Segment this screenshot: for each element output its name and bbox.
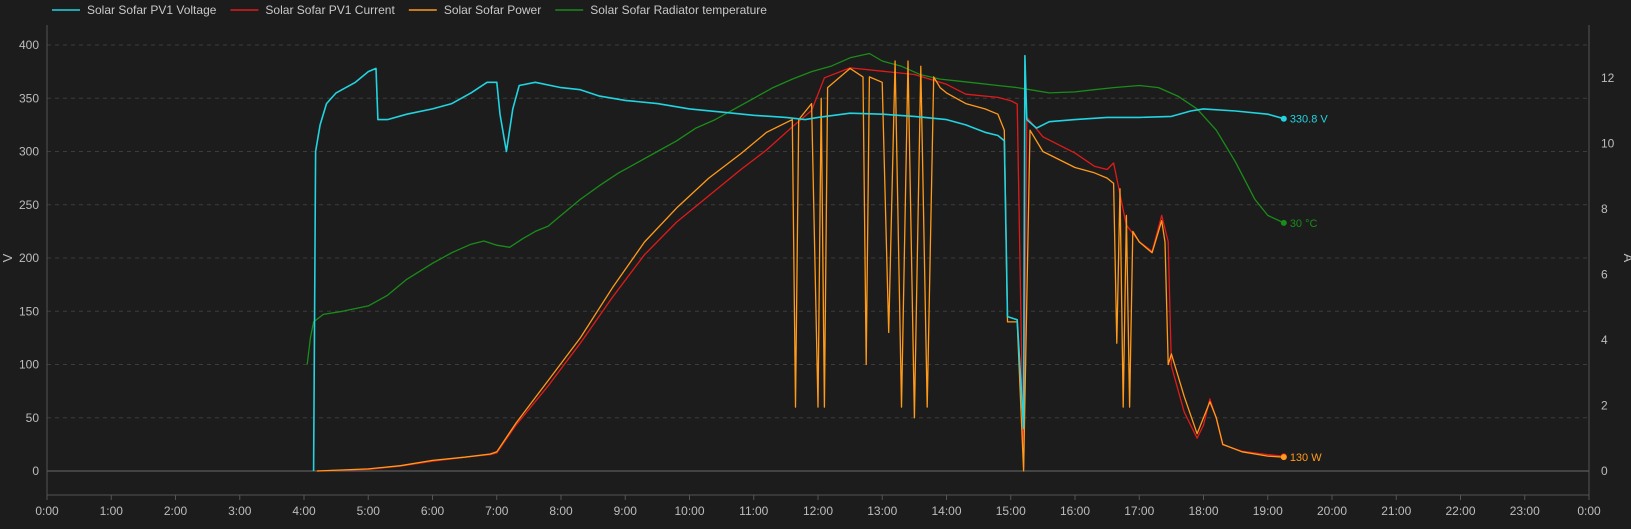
series-line-3[interactable] xyxy=(306,52,1285,365)
y-left-tick-7: 350 xyxy=(19,91,39,105)
x-tick-6: 6:00 xyxy=(421,504,445,518)
series-line-1[interactable] xyxy=(316,67,1284,472)
y-right-tick-1: 2 xyxy=(1601,398,1608,412)
x-tick-5: 5:00 xyxy=(357,504,381,518)
legend: Solar Sofar PV1 Voltage Solar Sofar PV1 C… xyxy=(52,3,767,17)
y-right-tick-4: 8 xyxy=(1601,202,1608,216)
line-chart: Solar Sofar PV1 Voltage Solar Sofar PV1 C… xyxy=(0,3,1631,518)
y-left-tick-5: 250 xyxy=(19,198,39,212)
y-right-tick-5: 10 xyxy=(1601,136,1615,150)
y-left-tick-0: 0 xyxy=(32,464,39,478)
y-right-tick-6: 12 xyxy=(1601,71,1615,85)
x-tick-19: 19:00 xyxy=(1253,504,1283,518)
x-tick-9: 9:00 xyxy=(614,504,638,518)
x-tick-14: 14:00 xyxy=(931,504,961,518)
x-tick-16: 16:00 xyxy=(1060,504,1090,518)
x-tick-2: 2:00 xyxy=(164,504,188,518)
x-tick-4: 4:00 xyxy=(292,504,316,518)
y-right-tick-2: 4 xyxy=(1601,333,1608,347)
x-tick-13: 13:00 xyxy=(867,504,897,518)
series-end-label-0: 330.8 V xyxy=(1290,114,1329,126)
end-labels: 330.8 V 130 W 30 °C xyxy=(1280,114,1329,464)
x-tick-17: 17:00 xyxy=(1124,504,1154,518)
series-group xyxy=(306,52,1285,472)
x-tick-15: 15:00 xyxy=(996,504,1026,518)
series-end-point-0 xyxy=(1280,115,1287,122)
y-right-tick-0: 0 xyxy=(1601,464,1608,478)
series-end-label-2: 130 W xyxy=(1290,452,1322,464)
series-line-0[interactable] xyxy=(312,54,1285,472)
series-line-2[interactable] xyxy=(316,60,1284,472)
y-left-tick-4: 200 xyxy=(19,251,39,265)
y-left-tick-6: 300 xyxy=(19,145,39,159)
legend-label-2[interactable]: Solar Sofar Power xyxy=(444,3,541,17)
series-end-point-3 xyxy=(1280,219,1287,226)
y-left-tick-8: 400 xyxy=(19,38,39,52)
x-tick-23: 23:00 xyxy=(1510,504,1540,518)
x-tick-11: 11:00 xyxy=(739,504,768,518)
x-tick-3: 3:00 xyxy=(228,504,252,518)
x-tick-1: 1:00 xyxy=(100,504,124,518)
x-tick-24: 0:00 xyxy=(1577,504,1601,518)
legend-label-3[interactable]: Solar Sofar Radiator temperature xyxy=(590,3,767,17)
x-tick-8: 8:00 xyxy=(549,504,573,518)
y-right-tick-3: 6 xyxy=(1601,267,1608,281)
legend-label-0[interactable]: Solar Sofar PV1 Voltage xyxy=(87,3,217,17)
x-tick-22: 22:00 xyxy=(1445,504,1475,518)
y-left-tick-2: 100 xyxy=(19,358,39,372)
x-tick-7: 7:00 xyxy=(485,504,509,518)
x-tick-12: 12:00 xyxy=(803,504,833,518)
y-right-axis-title: A xyxy=(1621,254,1631,263)
x-tick-21: 21:00 xyxy=(1381,504,1411,518)
x-tick-0: 0:00 xyxy=(35,504,59,518)
x-tick-20: 20:00 xyxy=(1317,504,1347,518)
y-left-axis-title: V xyxy=(0,253,15,262)
y-left-tick-3: 150 xyxy=(19,304,39,318)
x-tick-10: 10:00 xyxy=(674,504,704,518)
series-end-label-3: 30 °C xyxy=(1290,218,1318,230)
x-tick-18: 18:00 xyxy=(1188,504,1218,518)
y-left-tick-1: 50 xyxy=(26,411,40,425)
series-end-point-2 xyxy=(1280,454,1287,461)
legend-label-1[interactable]: Solar Sofar PV1 Current xyxy=(265,3,395,17)
